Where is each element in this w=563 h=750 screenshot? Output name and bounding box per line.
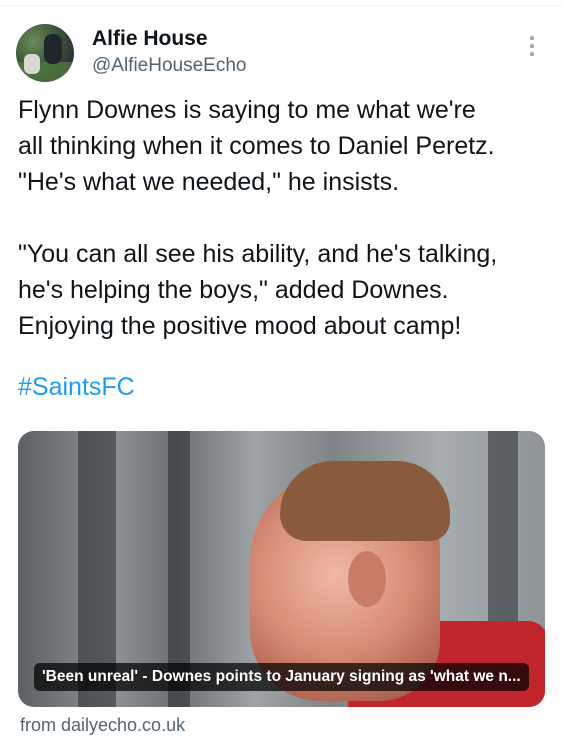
top-divider <box>0 0 563 6</box>
link-preview-card[interactable]: 'Been unreal' - Downes points to January… <box>18 431 545 707</box>
preview-image-ear <box>348 551 386 607</box>
tweet-text: Flynn Downes is saying to me what we're … <box>18 92 548 344</box>
text-line: he's helping the boys," added Downes. <box>18 276 449 304</box>
more-vertical-icon[interactable] <box>526 36 538 62</box>
text-line: "He's what we needed," he insists. <box>18 168 400 196</box>
text-line: "You can all see his ability, and he's t… <box>18 240 498 268</box>
tweet-header: Alfie House @AlfieHouseEcho <box>16 24 547 84</box>
preview-image-hair <box>280 461 450 541</box>
text-line: Enjoying the positive mood about camp! <box>18 312 462 340</box>
link-card-caption[interactable]: 'Been unreal' - Downes points to January… <box>34 663 529 691</box>
text-line: all thinking when it comes to Daniel Per… <box>18 132 495 160</box>
hashtag-link[interactable]: #SaintsFC <box>18 369 135 405</box>
link-source[interactable]: from dailyecho.co.uk <box>20 715 185 736</box>
author-handle[interactable]: @AlfieHouseEcho <box>92 55 246 77</box>
author-name[interactable]: Alfie House <box>92 27 208 51</box>
text-line: Flynn Downes is saying to me what we're <box>18 96 476 124</box>
avatar[interactable] <box>16 24 74 82</box>
